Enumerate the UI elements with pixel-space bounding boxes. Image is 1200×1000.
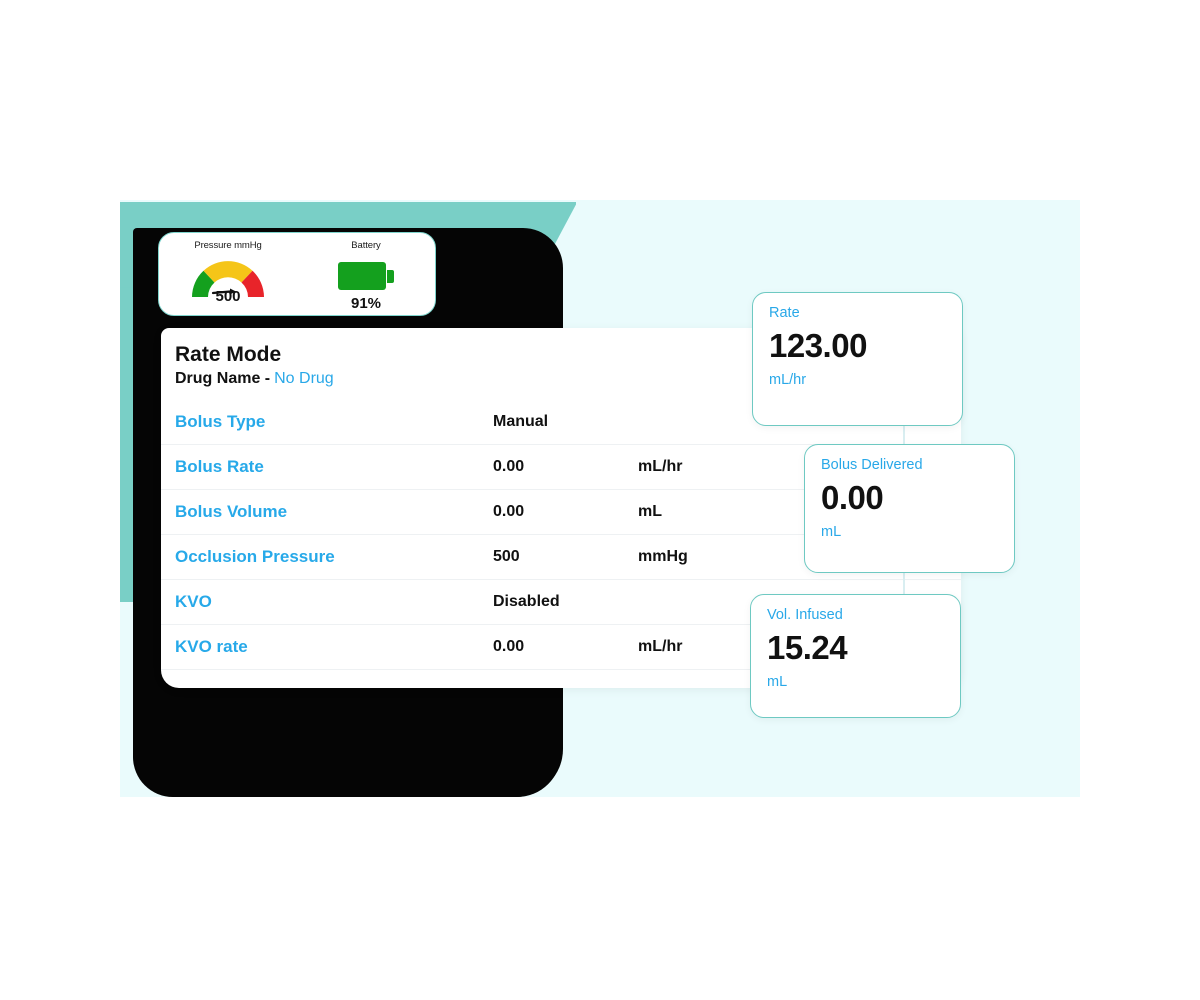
row-value: 0.00 [493, 503, 525, 521]
row-label: Bolus Type [175, 412, 266, 432]
gauge-icon: 500 [186, 253, 270, 305]
metric-unit: mL [821, 524, 842, 541]
pressure-value: 500 [215, 288, 241, 305]
drug-name-label: Drug Name - [175, 370, 271, 388]
metric-unit: mL [767, 674, 788, 691]
row-unit: mmHg [638, 548, 688, 566]
metric-value: 0.00 [821, 479, 884, 516]
pressure-gauge-cell: Pressure mmHg 500 [159, 233, 297, 315]
row-unit: mL/hr [638, 638, 683, 656]
metric-card-rate[interactable]: Rate 123.00 mL/hr [752, 292, 963, 426]
battery-fill [338, 262, 386, 290]
row-label: Bolus Rate [175, 457, 264, 477]
row-value: 0.00 [493, 458, 525, 476]
row-value: Manual [493, 413, 549, 431]
row-label: KVO rate [175, 637, 248, 657]
row-unit: mL/hr [638, 458, 683, 476]
row-label: KVO [175, 592, 212, 612]
metric-unit: mL/hr [769, 372, 807, 389]
metric-card-bolus-delivered[interactable]: Bolus Delivered 0.00 mL [804, 444, 1015, 573]
metric-label: Vol. Infused [767, 607, 843, 623]
battery-terminal [387, 269, 394, 283]
row-value: Disabled [493, 593, 560, 611]
battery-percent: 91% [350, 295, 382, 312]
metric-label: Rate [769, 305, 800, 321]
row-value: 500 [493, 548, 520, 566]
metric-value: 15.24 [767, 629, 848, 666]
metric-label: Bolus Delivered [821, 457, 923, 473]
card-connector [903, 571, 905, 596]
row-label: Occlusion Pressure [175, 547, 335, 567]
infusion-pump-dashboard: Pressure mmHg 500 Battery 91% Rate Mode … [0, 0, 1200, 1000]
row-unit: mL [638, 503, 662, 521]
row-label: Bolus Volume [175, 502, 288, 522]
card-connector [903, 424, 905, 446]
drug-name-value[interactable]: No Drug [274, 370, 334, 387]
battery-cell: Battery 91% [297, 233, 435, 315]
metric-card-vol-infused[interactable]: Vol. Infused 15.24 mL [750, 594, 961, 718]
row-value: 0.00 [493, 638, 525, 656]
pressure-title: Pressure mmHg [194, 240, 262, 251]
battery-icon [333, 255, 399, 297]
battery-title: Battery [351, 240, 381, 251]
status-strip: Pressure mmHg 500 Battery 91% [158, 232, 436, 316]
metric-value: 123.00 [769, 327, 867, 364]
